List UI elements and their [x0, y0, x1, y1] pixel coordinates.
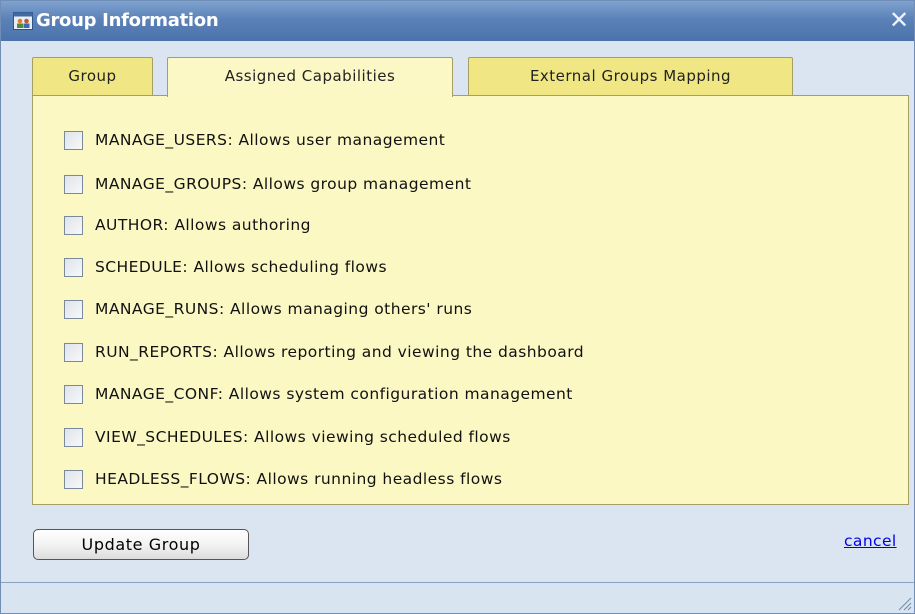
capabilities-panel: MANAGE_USERS: Allows user management MAN…: [32, 95, 909, 505]
tab-external-groups-mapping[interactable]: External Groups Mapping: [468, 57, 793, 96]
capability-label: MANAGE_USERS: Allows user management: [95, 131, 446, 149]
status-bar: [1, 583, 914, 613]
capability-row-manage-conf[interactable]: MANAGE_CONF: Allows system configuration…: [64, 382, 573, 406]
run-reports-checkbox[interactable]: [64, 342, 83, 362]
cancel-link[interactable]: cancel: [844, 532, 897, 550]
tab-label: Group: [68, 67, 117, 85]
capability-label: MANAGE_GROUPS: Allows group management: [95, 175, 472, 193]
manage-conf-checkbox[interactable]: [64, 384, 83, 404]
title-bar[interactable]: Group Information ✕: [1, 1, 914, 41]
tab-assigned-capabilities[interactable]: Assigned Capabilities: [167, 57, 453, 97]
update-group-button[interactable]: Update Group: [33, 529, 249, 560]
capability-row-view-schedules[interactable]: VIEW_SCHEDULES: Allows viewing scheduled…: [64, 425, 511, 449]
tab-group[interactable]: Group: [32, 57, 153, 96]
resize-grip-icon[interactable]: [896, 595, 912, 611]
view-schedules-checkbox[interactable]: [64, 427, 83, 447]
schedule-checkbox[interactable]: [64, 257, 83, 277]
capability-label: VIEW_SCHEDULES: Allows viewing scheduled…: [95, 428, 511, 446]
tab-label: External Groups Mapping: [529, 67, 732, 85]
group-window-icon: [13, 12, 33, 30]
headless-flows-checkbox[interactable]: [64, 469, 83, 489]
capability-label: SCHEDULE: Allows scheduling flows: [95, 258, 388, 276]
close-icon[interactable]: ✕: [888, 7, 910, 33]
capability-row-schedule[interactable]: SCHEDULE: Allows scheduling flows: [64, 255, 387, 279]
capability-row-author[interactable]: AUTHOR: Allows authoring: [64, 213, 311, 237]
capability-row-manage-groups[interactable]: MANAGE_GROUPS: Allows group management: [64, 172, 471, 196]
group-information-dialog: Group Information ✕ Group Assigned Capab…: [0, 0, 915, 614]
manage-runs-checkbox[interactable]: [64, 299, 83, 319]
capability-row-headless-flows[interactable]: HEADLESS_FLOWS: Allows running headless …: [64, 467, 502, 491]
manage-users-checkbox[interactable]: [64, 130, 83, 150]
capability-row-manage-users[interactable]: MANAGE_USERS: Allows user management: [64, 128, 445, 152]
capability-row-run-reports[interactable]: RUN_REPORTS: Allows reporting and viewin…: [64, 340, 584, 364]
author-checkbox[interactable]: [64, 215, 83, 235]
capability-row-manage-runs[interactable]: MANAGE_RUNS: Allows managing others' run…: [64, 297, 472, 321]
capability-label: MANAGE_RUNS: Allows managing others' run…: [95, 300, 473, 318]
manage-groups-checkbox[interactable]: [64, 174, 83, 194]
capability-label: AUTHOR: Allows authoring: [95, 216, 311, 234]
window-title: Group Information: [36, 10, 219, 31]
tab-label: Assigned Capabilities: [224, 67, 396, 85]
capability-label: HEADLESS_FLOWS: Allows running headless …: [95, 470, 503, 488]
capability-label: MANAGE_CONF: Allows system configuration…: [95, 385, 573, 403]
capability-label: RUN_REPORTS: Allows reporting and viewin…: [95, 343, 585, 361]
